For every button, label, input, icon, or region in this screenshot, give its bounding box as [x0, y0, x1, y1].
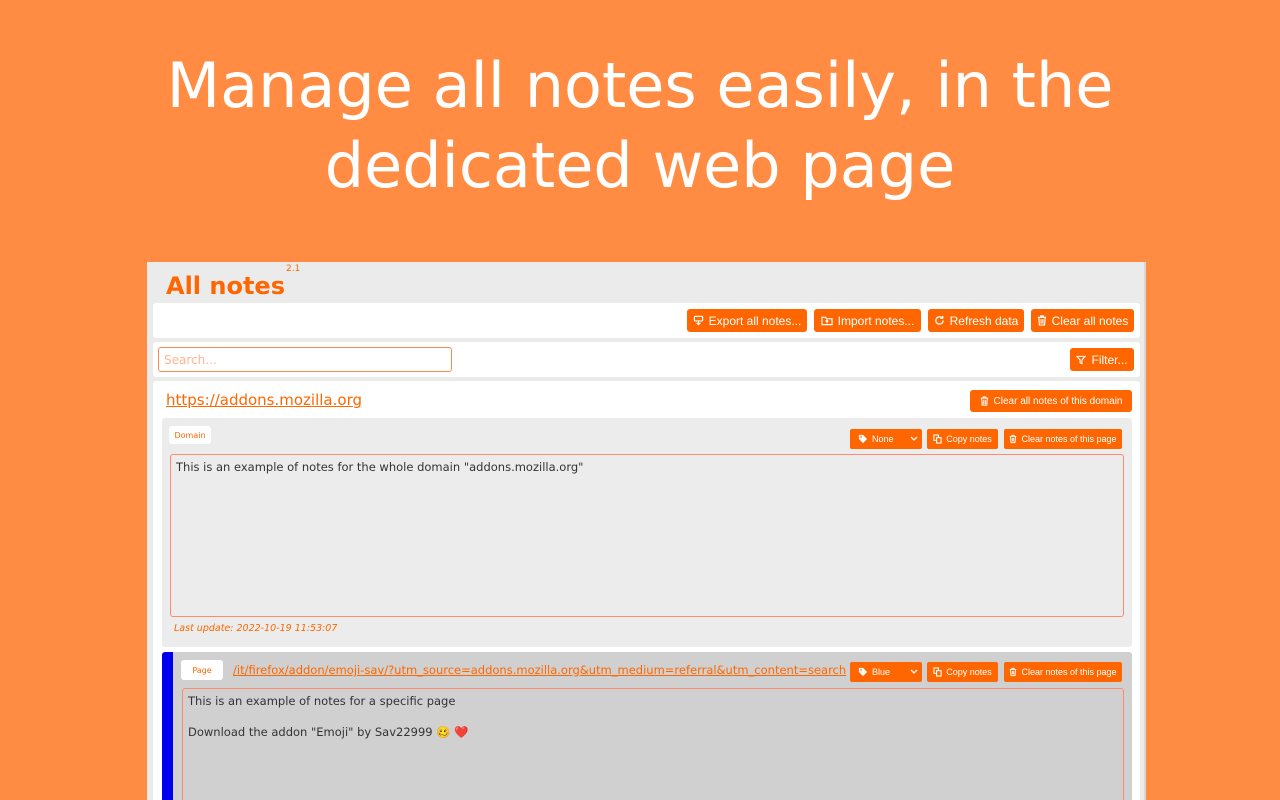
trash-icon — [980, 396, 988, 406]
clear-page-notes-label: Clear notes of this page — [1021, 667, 1117, 677]
clear-all-notes-button[interactable]: Clear all notes — [1031, 309, 1134, 332]
note-line: This is an example of notes for a specif… — [188, 694, 456, 708]
clear-domain-notes-button[interactable]: Clear all notes of this domain — [970, 390, 1132, 412]
export-all-notes-button[interactable]: Export all notes... — [687, 309, 807, 332]
all-notes-window: All notes2.1 Export all notes... Import … — [147, 262, 1146, 800]
notes-textarea[interactable]: This is an example of notes for a specif… — [182, 688, 1124, 800]
note-type-badge: Domain — [169, 426, 211, 444]
trash-icon — [1010, 434, 1017, 444]
refresh-data-button[interactable]: Refresh data — [928, 309, 1024, 332]
copy-notes-button[interactable]: Copy notes — [927, 429, 998, 449]
note-line: This is an example of notes for the whol… — [176, 460, 584, 474]
version-badge: 2.1 — [286, 264, 301, 274]
filter-label: Filter... — [1091, 352, 1128, 367]
note-type-badge: Page — [181, 660, 223, 680]
domain-note-card: Domain None Copy notes Clear notes of th… — [162, 418, 1132, 647]
folder-import-icon — [821, 316, 833, 326]
copy-icon — [933, 434, 942, 444]
page-url-link[interactable]: /it/firefox/addon/emoji-sav/?utm_source=… — [233, 662, 846, 678]
filter-button[interactable]: Filter... — [1070, 348, 1134, 371]
page-note-card: Page /it/firefox/addon/emoji-sav/?utm_so… — [162, 652, 1132, 800]
import-notes-button[interactable]: Import notes... — [814, 309, 921, 332]
tag-color-select[interactable]: Blue — [850, 662, 922, 682]
domain-link[interactable]: https://addons.mozilla.org — [166, 390, 362, 410]
clear-all-notes-label: Clear all notes — [1051, 313, 1129, 328]
domain-section: https://addons.mozilla.org Clear all not… — [153, 381, 1140, 800]
search-toolbar: Filter... — [153, 342, 1140, 377]
trash-icon — [1010, 667, 1017, 677]
search-input[interactable] — [158, 347, 452, 372]
tag-icon — [858, 434, 868, 444]
clear-page-notes-label: Clear notes of this page — [1021, 434, 1117, 444]
trash-icon — [1037, 315, 1046, 326]
notes-textarea[interactable]: This is an example of notes for the whol… — [170, 454, 1124, 617]
filter-icon — [1076, 355, 1087, 365]
tag-color-value: None — [872, 434, 894, 444]
refresh-data-label: Refresh data — [949, 313, 1019, 328]
note-line: Download the addon "Emoji" by Sav22999 🥴… — [188, 725, 469, 739]
copy-notes-button[interactable]: Copy notes — [927, 662, 998, 682]
tag-icon — [858, 667, 868, 677]
export-icon — [693, 315, 703, 326]
chevron-down-icon — [910, 436, 918, 441]
clear-page-notes-button[interactable]: Clear notes of this page — [1004, 429, 1122, 449]
page-title: All notes2.1 — [166, 264, 301, 302]
clear-domain-notes-label: Clear all notes of this domain — [993, 395, 1123, 407]
chevron-down-icon — [910, 669, 918, 674]
tag-color-value: Blue — [872, 667, 891, 677]
page-title-text: All notes — [166, 272, 285, 300]
tag-color-strip — [162, 652, 173, 800]
hero-headline-line-1: Manage all notes easily, in the — [166, 49, 1114, 122]
last-update-text: Last update: 2022-10-19 11:53:07 — [174, 623, 338, 634]
copy-icon — [933, 667, 942, 677]
clear-page-notes-button[interactable]: Clear notes of this page — [1004, 662, 1122, 682]
actions-toolbar: Export all notes... Import notes... Refr… — [153, 303, 1140, 338]
copy-notes-label: Copy notes — [946, 667, 992, 677]
refresh-icon — [934, 315, 944, 325]
import-notes-label: Import notes... — [837, 313, 915, 328]
copy-notes-label: Copy notes — [946, 434, 992, 444]
hero-headline: Manage all notes easily, in the dedicate… — [0, 46, 1280, 206]
hero-headline-line-2: dedicated web page — [324, 129, 956, 202]
tag-color-select[interactable]: None — [850, 429, 922, 449]
export-all-notes-label: Export all notes... — [708, 313, 802, 328]
